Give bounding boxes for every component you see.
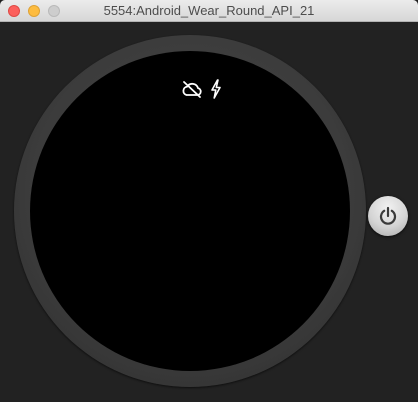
cloud-off-icon xyxy=(182,81,202,98)
power-icon xyxy=(379,206,397,225)
emulator-window: 5554:Android_Wear_Round_API_21 xyxy=(0,0,418,402)
status-icons xyxy=(180,79,228,99)
emulator-content xyxy=(0,22,418,402)
power-button[interactable] xyxy=(368,196,408,236)
watch-screen[interactable] xyxy=(30,51,350,371)
watch-bezel xyxy=(14,35,366,387)
window-title: 5554:Android_Wear_Round_API_21 xyxy=(103,3,315,18)
title-bar[interactable]: 5554:Android_Wear_Round_API_21 xyxy=(0,0,418,22)
bolt-icon xyxy=(211,79,221,99)
